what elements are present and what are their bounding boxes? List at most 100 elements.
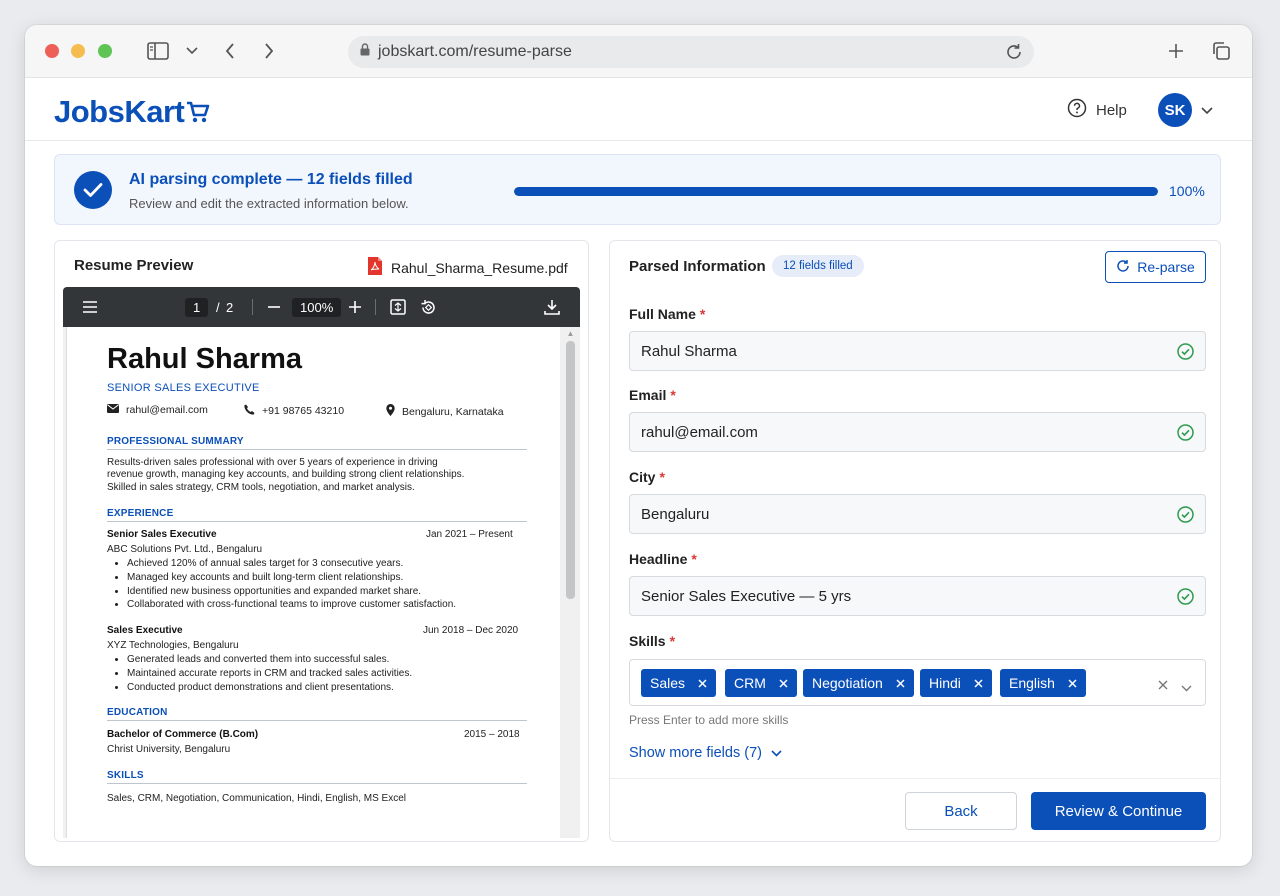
headline-field[interactable]: Senior Sales Executive — 5 yrs [629,576,1206,616]
download-icon[interactable] [543,287,561,327]
job-bullets: Generated leads and converted them into … [127,653,412,694]
toolbar-divider [375,299,376,315]
city-field[interactable]: Bengaluru [629,494,1206,534]
close-window-button[interactable] [45,44,59,58]
toolbar-divider [252,299,253,315]
scroll-up-arrow[interactable]: ▲ [566,329,575,338]
list-item: Achieved 120% of annual sales target for… [127,557,456,571]
menu-icon[interactable] [79,287,101,327]
full-name-label: Full Name * [629,306,706,322]
minimize-window-button[interactable] [71,44,85,58]
page-number-input[interactable]: 1 [185,287,209,327]
remove-chip-icon[interactable] [974,675,983,691]
pdf-file-name-text: Rahul_Sharma_Resume.pdf [391,259,568,276]
chevron-down-icon[interactable] [1201,102,1213,120]
forward-arrow-icon[interactable] [261,39,277,63]
re-parse-button[interactable]: Re-parse [1105,251,1206,283]
new-tab-icon[interactable] [1166,39,1186,63]
banner-title: AI parsing complete — 12 fields filled [129,171,413,188]
skill-chip[interactable]: Hindi [920,669,992,697]
back-arrow-icon[interactable] [222,39,238,63]
pdf-file-name[interactable]: Rahul_Sharma_Resume.pdf [367,256,568,279]
clear-icon[interactable] [1158,677,1168,695]
zoom-level[interactable]: 100% [292,287,342,327]
form-title: Parsed Information [629,258,766,275]
list-item: Managed key accounts and built long-term… [127,571,456,585]
resume-headline: SENIOR SALES EXECUTIVE [107,382,260,394]
reload-icon[interactable] [1004,42,1024,67]
remove-chip-icon[interactable] [698,675,707,691]
email-field[interactable]: rahul@email.com [629,412,1206,452]
progress-fill [514,187,1158,196]
skills-label: Skills * [629,633,676,649]
pdf-scrollbar[interactable] [566,341,575,599]
chevron-down-icon [771,745,782,761]
list-item: Conducted product demonstrations and cli… [127,681,412,695]
summary-heading: PROFESSIONAL SUMMARY [107,436,244,447]
user-avatar[interactable]: SK [1158,93,1192,127]
zoom-out-icon[interactable] [266,287,282,327]
refresh-icon [1116,259,1130,276]
section-divider [107,783,527,784]
pdf-page-viewport[interactable]: Rahul Sharma SENIOR SALES EXECUTIVE rahu… [63,327,580,838]
banner-subtitle: Review and edit the extracted informatio… [129,196,409,211]
maximize-window-button[interactable] [98,44,112,58]
review-continue-button[interactable]: Review & Continue [1031,792,1206,830]
checkmark-icon [74,171,112,209]
check-circle-icon [1177,588,1194,609]
university: Christ University, Bengaluru [107,744,231,755]
mail-icon [107,404,119,416]
lock-icon [360,43,370,61]
sidebar-toggle-icon[interactable] [146,39,170,63]
page-separator: / [216,299,220,315]
zoom-in-icon[interactable] [347,287,363,327]
re-parse-label: Re-parse [1137,259,1195,275]
progress-percent: 100% [1169,183,1205,199]
jobskart-logo[interactable]: JobsKart [54,92,211,132]
skill-chip[interactable]: Negotiation [803,669,914,697]
job-company: XYZ Technologies, Bengaluru [107,640,239,651]
resume-preview-panel: Resume Preview Rahul_Sharma_Resume.pdf 1… [54,240,589,842]
location-pin-icon [386,404,395,419]
help-icon [1067,98,1087,122]
job-dates: Jan 2021 – Present [426,529,513,540]
chevron-down-icon[interactable] [185,39,199,63]
section-divider [107,521,527,522]
skill-chip[interactable]: CRM [725,669,797,697]
skill-chip[interactable]: English [1000,669,1086,697]
rotate-icon[interactable] [419,287,437,327]
skills-multiselect[interactable]: Sales CRM Negotiation Hindi English [629,659,1206,706]
job-title: Senior Sales Executive [107,529,217,540]
tabs-overview-icon[interactable] [1210,39,1232,63]
remove-chip-icon[interactable] [1068,675,1077,691]
full-name-field[interactable]: Rahul Sharma [629,331,1206,371]
address-bar[interactable]: jobskart.com/resume-parse [348,36,1034,68]
logo-text: JobsKart [54,94,185,129]
pdf-file-icon [367,256,383,279]
show-more-fields-link[interactable]: Show more fields (7) [629,745,782,761]
footer-divider [610,778,1220,779]
education-heading: EDUCATION [107,707,168,718]
experience-heading: EXPERIENCE [107,508,174,519]
resume-page: Rahul Sharma SENIOR SALES EXECUTIVE rahu… [66,327,560,838]
section-divider [107,449,527,450]
skill-chip[interactable]: Sales [641,669,717,697]
list-item: Identified new business opportunities an… [127,585,456,599]
summary-text: Results-driven sales professional with o… [107,457,465,493]
resume-name: Rahul Sharma [107,343,302,375]
fit-page-icon[interactable] [389,287,407,327]
job-bullets: Achieved 120% of annual sales target for… [127,557,456,612]
fields-filled-badge: 12 fields filled [772,255,864,277]
list-item: Maintained accurate reports in CRM and t… [127,667,412,681]
resume-phone: +91 98765 43210 [244,404,344,418]
remove-chip-icon[interactable] [779,675,788,691]
back-button[interactable]: Back [905,792,1017,830]
check-circle-icon [1177,343,1194,364]
remove-chip-icon[interactable] [896,675,905,691]
skills-hint: Press Enter to add more skills [629,713,789,727]
degree-dates: 2015 – 2018 [464,729,520,740]
app-header: JobsKart Help SK [25,78,1252,141]
help-link[interactable]: Help [1067,98,1127,122]
page-total: 2 [226,299,234,315]
chevron-down-icon[interactable] [1181,679,1192,697]
